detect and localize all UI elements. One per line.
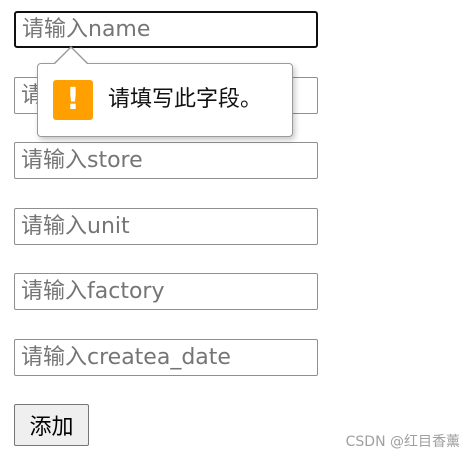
watermark: CSDN @红目香薰 (345, 434, 460, 450)
add-button[interactable]: 添加 (14, 404, 89, 446)
name-input[interactable] (14, 11, 318, 48)
tooltip-arrow (55, 48, 87, 64)
validation-message: 请填写此字段。 (108, 87, 263, 112)
createa-date-input[interactable] (14, 339, 318, 376)
factory-input[interactable] (14, 273, 318, 310)
warning-icon: ! (53, 80, 93, 120)
store-input[interactable] (14, 142, 318, 179)
unit-input[interactable] (14, 208, 318, 245)
page: 添加 ! 请填写此字段。 CSDN @红目香薰 (0, 0, 474, 458)
validation-tooltip: ! 请填写此字段。 (37, 63, 293, 137)
